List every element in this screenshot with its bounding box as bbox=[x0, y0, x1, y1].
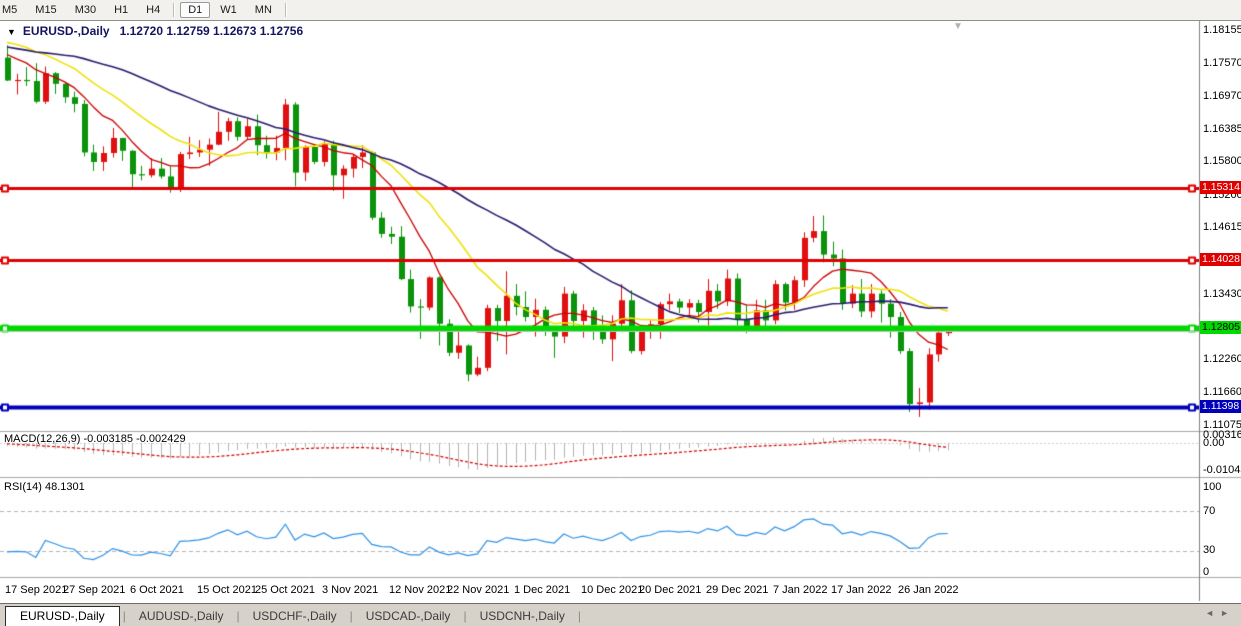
rsi-axis-label: 70 bbox=[1203, 505, 1215, 517]
price-axis-label: 1.16385 bbox=[1203, 123, 1241, 135]
date-label[interactable]: 25 Oct 2021 bbox=[255, 584, 315, 596]
symbol-tab-usdcnh-daily[interactable]: USDCNH-,Daily bbox=[468, 607, 577, 625]
date-label[interactable]: 3 Nov 2021 bbox=[322, 584, 378, 596]
date-label[interactable]: 15 Oct 2021 bbox=[197, 584, 257, 596]
rsi-name: RSI(14) bbox=[4, 481, 42, 493]
chart-label-overlay: 1.181551.175701.169701.163851.158001.152… bbox=[0, 0, 1241, 626]
price-line-badge: 1.11398 bbox=[1200, 400, 1241, 413]
date-label[interactable]: 17 Jan 2022 bbox=[831, 584, 892, 596]
date-label[interactable]: 29 Dec 2021 bbox=[706, 584, 768, 596]
macd-axis-label: 0.00 bbox=[1203, 437, 1224, 449]
rsi-axis-label: 100 bbox=[1203, 481, 1221, 493]
price-axis-label: 1.13430 bbox=[1203, 288, 1241, 300]
date-label[interactable]: 12 Nov 2021 bbox=[389, 584, 451, 596]
price-axis-label: 1.18155 bbox=[1203, 24, 1241, 36]
trading-terminal-window: M5M15M30H1H4 D1W1MN ▼ EURUSD-,Daily 1.12720… bbox=[0, 0, 1241, 626]
tab-scroll-right-icon[interactable]: ► bbox=[1220, 608, 1235, 618]
price-line-badge: 1.12805 bbox=[1200, 321, 1241, 334]
price-line-badge: 1.14028 bbox=[1200, 253, 1241, 266]
macd-values: -0.003185 -0.002429 bbox=[83, 433, 185, 445]
tab-scroll-arrows[interactable]: ◄► bbox=[1205, 608, 1235, 618]
date-label[interactable]: 20 Dec 2021 bbox=[639, 584, 701, 596]
rsi-value: 48.1301 bbox=[45, 481, 85, 493]
symbol-tab-eurusd-daily[interactable]: EURUSD-,Daily bbox=[5, 606, 120, 626]
date-label[interactable]: 7 Jan 2022 bbox=[773, 584, 827, 596]
chart-symbol-label: EURUSD-,Daily bbox=[23, 24, 110, 38]
timeframe-button-H4[interactable]: H4 bbox=[138, 2, 168, 18]
date-label[interactable]: 17 Sep 2021 bbox=[5, 584, 67, 596]
macd-indicator-label: MACD(12,26,9) -0.003185 -0.002429 bbox=[4, 433, 186, 445]
price-axis-label: 1.16970 bbox=[1203, 90, 1241, 102]
rsi-indicator-label: RSI(14) 48.1301 bbox=[4, 481, 85, 493]
rsi-axis-label: 0 bbox=[1203, 566, 1209, 578]
date-label[interactable]: 27 Sep 2021 bbox=[63, 584, 125, 596]
date-label[interactable]: 10 Dec 2021 bbox=[581, 584, 643, 596]
macd-axis-label: -0.01043 bbox=[1203, 464, 1241, 476]
chart-title: ▼ EURUSD-,Daily 1.12720 1.12759 1.12673 1.… bbox=[7, 24, 303, 38]
macd-name: MACD(12,26,9) bbox=[4, 433, 80, 445]
symbol-tab-audusd-daily[interactable]: AUDUSD-,Daily bbox=[127, 607, 236, 625]
chart-dropdown-icon[interactable]: ▼ bbox=[7, 27, 16, 37]
symbol-tab-usdchf-daily[interactable]: USDCHF-,Daily bbox=[241, 607, 349, 625]
date-label[interactable]: 22 Nov 2021 bbox=[447, 584, 509, 596]
toolbar-separator bbox=[285, 3, 287, 17]
chart-ohlc-quote: 1.12720 1.12759 1.12673 1.12756 bbox=[120, 24, 304, 38]
symbol-tab-bar[interactable]: EURUSD-,Daily|AUDUSD-,Daily|USDCHF-,Dail… bbox=[0, 603, 1241, 626]
timeframe-button-D1[interactable]: D1 bbox=[180, 2, 210, 18]
rsi-axis-label: 30 bbox=[1203, 544, 1215, 556]
timeframe-button-M30[interactable]: M30 bbox=[67, 2, 104, 18]
price-line-badge: 1.15314 bbox=[1200, 181, 1241, 194]
timeframe-button-M5[interactable]: M5 bbox=[0, 2, 25, 18]
price-axis-label: 1.15800 bbox=[1203, 155, 1241, 167]
date-label[interactable]: 1 Dec 2021 bbox=[514, 584, 570, 596]
timeframe-button-M15[interactable]: M15 bbox=[27, 2, 64, 18]
toolbar-separator bbox=[173, 3, 175, 17]
price-axis-label: 1.12260 bbox=[1203, 353, 1241, 365]
timeframe-button-W1[interactable]: W1 bbox=[212, 2, 245, 18]
symbol-tab-usdcad-daily[interactable]: USDCAD-,Daily bbox=[354, 607, 463, 625]
tab-separator: | bbox=[577, 609, 582, 623]
date-label[interactable]: 26 Jan 2022 bbox=[898, 584, 959, 596]
price-axis-label: 1.14615 bbox=[1203, 221, 1241, 233]
timeframe-toolbar[interactable]: M5M15M30H1H4 D1W1MN bbox=[0, 0, 1241, 21]
date-label[interactable]: 6 Oct 2021 bbox=[130, 584, 184, 596]
tab-scroll-left-icon[interactable]: ◄ bbox=[1205, 608, 1220, 618]
timeframe-button-MN[interactable]: MN bbox=[247, 2, 280, 18]
timeframe-button-H1[interactable]: H1 bbox=[106, 2, 136, 18]
price-axis-label: 1.17570 bbox=[1203, 57, 1241, 69]
price-axis-label: 1.11660 bbox=[1203, 386, 1241, 398]
